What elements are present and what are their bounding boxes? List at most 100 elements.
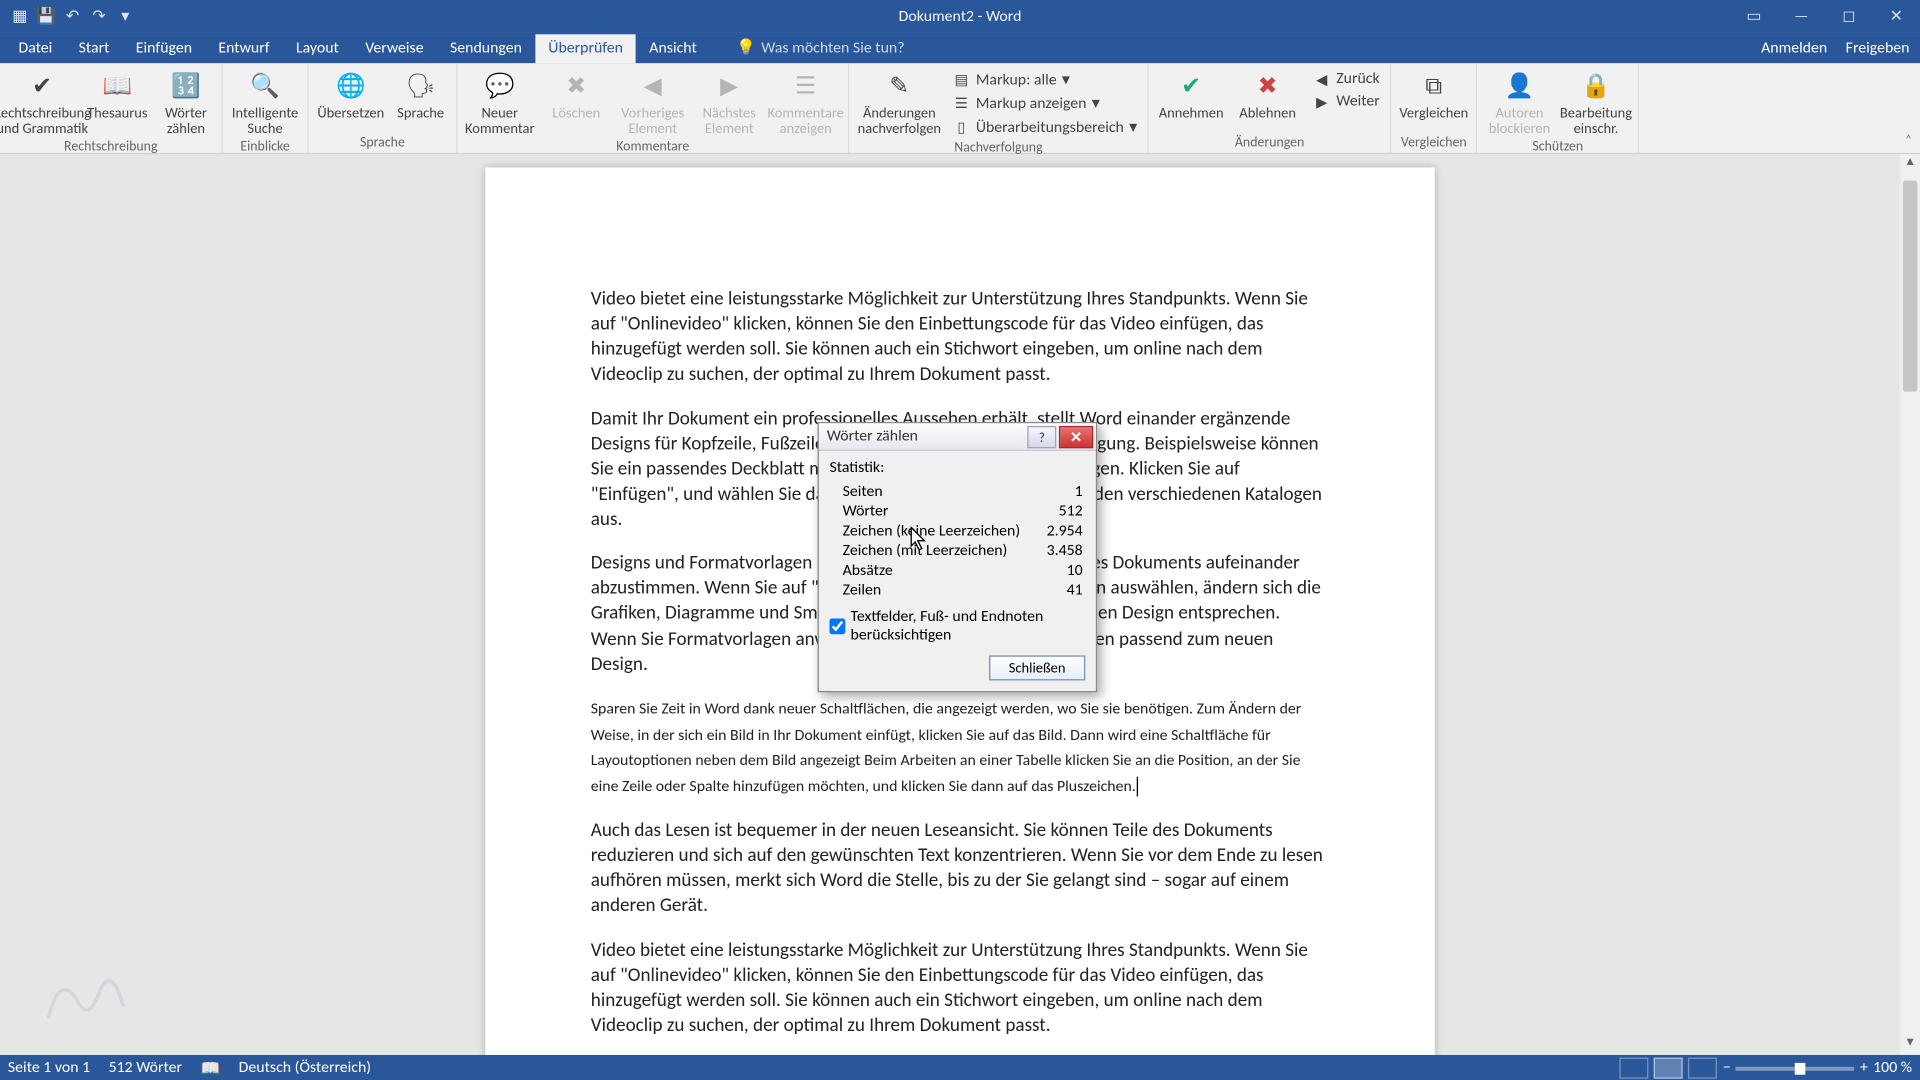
zoom-out-icon[interactable]: − xyxy=(1723,1059,1731,1077)
tab-layout[interactable]: Layout xyxy=(283,34,352,63)
status-bar: Seite 1 von 1 512 Wörter 📖 Deutsch (Öste… xyxy=(0,1055,1920,1080)
showmarkup-button[interactable]: ☰Markup anzeigen▾ xyxy=(947,92,1143,114)
paragraph[interactable]: Sparen Sie Zeit in Word dank neuer Schal… xyxy=(591,695,1329,800)
status-words[interactable]: 512 Wörter xyxy=(109,1059,182,1077)
stat-words-label: Wörter xyxy=(843,502,889,522)
spellcheck-icon[interactable]: 📖 xyxy=(200,1058,220,1078)
list-icon: ☰ xyxy=(952,94,970,112)
scroll-thumb[interactable] xyxy=(1903,181,1918,392)
word-icon: ▦ xyxy=(8,5,32,29)
minimize-icon[interactable]: — xyxy=(1778,0,1825,33)
maximize-icon[interactable]: ◻ xyxy=(1825,0,1872,33)
newcomment-button[interactable]: 💬NeuerKommentar xyxy=(463,66,537,137)
prevchange-button[interactable]: ◀Zurück xyxy=(1307,69,1385,90)
tab-view[interactable]: Ansicht xyxy=(636,34,710,63)
tell-me[interactable]: 💡 Was möchten Sie tun? xyxy=(736,38,904,63)
stat-charsns-value: 2.954 xyxy=(1047,522,1083,542)
stat-lines-label: Zeilen xyxy=(843,582,882,602)
fwd-icon: ▶ xyxy=(1312,92,1330,110)
paragraph[interactable]: Video bietet eine leistungsstarke Möglic… xyxy=(591,937,1329,1038)
signin-link[interactable]: Anmelden xyxy=(1761,40,1827,58)
blockauthors-button[interactable]: 👤Autorenblockieren xyxy=(1483,66,1557,137)
dialog-help-icon[interactable]: ? xyxy=(1027,425,1056,447)
zoom-in-icon[interactable]: + xyxy=(1860,1059,1868,1077)
stat-charsws-value: 3.458 xyxy=(1047,542,1083,562)
back-icon: ◀ xyxy=(1312,70,1330,88)
wordcount-dialog: Wörter zählen ? ✕ Statistik: Seiten 1 Wör… xyxy=(818,422,1098,692)
save-icon[interactable]: 💾 xyxy=(34,5,58,29)
group-changes: Änderungen xyxy=(1154,133,1385,153)
stat-paras-label: Absätze xyxy=(843,562,893,582)
status-language[interactable]: Deutsch (Österreich) xyxy=(239,1059,371,1077)
window-title: Dokument2 - Word xyxy=(899,7,1022,25)
collapse-ribbon-icon[interactable]: ˄ xyxy=(1905,131,1912,148)
stat-pages-label: Seiten xyxy=(843,483,883,503)
restrict-button[interactable]: 🔒Bearbeitungeinschr. xyxy=(1559,66,1633,137)
tab-review[interactable]: Überprüfen xyxy=(535,34,636,63)
nextcomment-button[interactable]: ▶NächstesElement xyxy=(692,66,766,137)
undo-icon[interactable]: ↶ xyxy=(61,5,85,29)
vertical-scrollbar[interactable]: ▲ ▼ xyxy=(1900,154,1920,1055)
bulb-icon: 💡 xyxy=(736,38,756,58)
close-icon[interactable]: ✕ xyxy=(1873,0,1920,33)
compare-button[interactable]: ⧉Vergleichen xyxy=(1397,66,1471,121)
include-footnotes-checkbox[interactable]: Textfelder, Fuß- und Endnoten berücksich… xyxy=(829,608,1085,645)
group-language: Sprache xyxy=(314,133,451,153)
pane-icon: ▯ xyxy=(952,118,970,136)
redo-icon[interactable]: ↷ xyxy=(87,5,111,29)
showcomments-button[interactable]: ☰Kommentareanzeigen xyxy=(769,66,843,137)
checkbox-icon[interactable] xyxy=(829,618,845,634)
stat-charsws-label: Zeichen (mit Leerzeichen) xyxy=(843,542,1008,562)
tab-design[interactable]: Entwurf xyxy=(205,34,283,63)
zoom-slider[interactable]: − + 100 % xyxy=(1723,1059,1912,1077)
dialog-close-icon[interactable]: ✕ xyxy=(1059,425,1093,447)
scroll-down-icon[interactable]: ▼ xyxy=(1900,1035,1920,1055)
tab-home[interactable]: Start xyxy=(65,34,122,63)
stat-words-value: 512 xyxy=(1059,502,1083,522)
group-compare: Vergleichen xyxy=(1397,133,1471,153)
scroll-up-icon[interactable]: ▲ xyxy=(1900,154,1920,174)
share-button[interactable]: Freigeben xyxy=(1846,40,1910,58)
thesaurus-button[interactable]: 📖Thesaurus xyxy=(82,66,153,121)
checkbox-label: Textfelder, Fuß- und Endnoten berücksich… xyxy=(851,608,1086,645)
tab-file[interactable]: Datei xyxy=(5,34,65,63)
nextchange-button[interactable]: ▶Weiter xyxy=(1307,91,1385,112)
readmode-icon[interactable] xyxy=(1620,1058,1649,1079)
weblayout-icon[interactable] xyxy=(1689,1058,1718,1079)
markup-combo[interactable]: ▤Markup: alle▾ xyxy=(947,69,1143,91)
accept-button[interactable]: ✔Annehmen xyxy=(1154,66,1228,121)
stat-pages-value: 1 xyxy=(1075,483,1083,503)
title-bar: ▦ 💾 ↶ ↷ ▾ Dokument2 - Word ▭ — ◻ ✕ xyxy=(0,0,1920,33)
language-button[interactable]: 🗣Sprache xyxy=(390,66,451,121)
ribbon: ✔Rechtschreibungund Grammatik 📖Thesaurus… xyxy=(0,63,1920,154)
printlayout-icon[interactable] xyxy=(1654,1058,1683,1079)
dialog-titlebar[interactable]: Wörter zählen ? ✕ xyxy=(819,423,1096,451)
status-page[interactable]: Seite 1 von 1 xyxy=(8,1059,90,1077)
tab-mailings[interactable]: Sendungen xyxy=(437,34,535,63)
paragraph[interactable]: Video bietet eine leistungsstarke Möglic… xyxy=(591,286,1329,387)
stat-lines-value: 41 xyxy=(1067,582,1083,602)
doc-icon: ▤ xyxy=(952,71,970,89)
dialog-title: Wörter zählen xyxy=(827,427,918,445)
qat-more-icon[interactable]: ▾ xyxy=(113,5,137,29)
tab-references[interactable]: Verweise xyxy=(352,34,437,63)
spelling-button[interactable]: ✔Rechtschreibungund Grammatik xyxy=(5,66,79,137)
prevcomment-button[interactable]: ◀VorherigesElement xyxy=(616,66,690,137)
reject-button[interactable]: ✖Ablehnen xyxy=(1231,66,1305,121)
deletecomment-button[interactable]: ✖Löschen xyxy=(539,66,613,121)
trackchanges-button[interactable]: ✎Änderungennachverfolgen xyxy=(855,66,945,137)
tab-insert[interactable]: Einfügen xyxy=(123,34,206,63)
watermark-icon xyxy=(37,959,129,1032)
dialog-close-button[interactable]: Schließen xyxy=(989,655,1085,680)
stat-charsns-label: Zeichen (keine Leerzeichen) xyxy=(843,522,1021,542)
ribbon-tabs: Datei Start Einfügen Entwurf Layout Verw… xyxy=(0,33,1920,63)
paragraph[interactable]: Auch das Lesen ist bequemer in der neuen… xyxy=(591,818,1329,919)
reviewpane-button[interactable]: ▯Überarbeitungsbereich▾ xyxy=(947,116,1143,138)
smartlookup-button[interactable]: 🔍IntelligenteSuche xyxy=(228,66,302,137)
ribbon-options-icon[interactable]: ▭ xyxy=(1730,0,1777,33)
translate-button[interactable]: 🌐Übersetzen xyxy=(314,66,388,121)
zoom-level[interactable]: 100 % xyxy=(1873,1059,1912,1077)
wordcount-button[interactable]: 🔢Wörterzählen xyxy=(156,66,217,137)
dialog-heading: Statistik: xyxy=(829,459,1085,477)
stat-paras-value: 10 xyxy=(1067,562,1083,582)
